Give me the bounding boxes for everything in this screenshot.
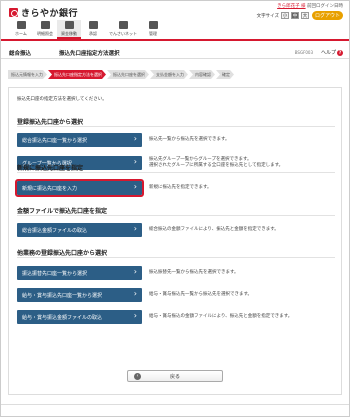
back-button[interactable]: ‹ 戻る <box>127 370 223 382</box>
home-icon <box>16 21 26 29</box>
step-2-current: 振込先口座指定方法を選択 <box>48 70 106 79</box>
desc-amount-file: 総合振込の金額ファイルにより、振込先と金額を指定できます。 <box>149 227 279 232</box>
screen-code: BSGF003 <box>294 50 313 55</box>
footer-divider <box>1 404 349 405</box>
back-arrow-icon: ‹ <box>134 373 141 380</box>
nav-home[interactable]: ホーム <box>9 20 33 38</box>
font-size-label: 文字サイズ <box>256 13 279 19</box>
section-divider <box>17 257 335 258</box>
desc-group-list: 振込先グループ一覧からグループを選択できます。 選択されたグループに所属する全口座… <box>149 157 284 168</box>
approval-icon <box>88 21 98 29</box>
section-heading-new: 新規に振込先口座を指定 <box>17 165 84 172</box>
desc-salary-file: 給与・賞与振込の金額ファイルにより、振込先と金額を指定できます。 <box>149 314 293 319</box>
global-nav: ホーム 明細照会 資金移動 承認 でんさいネット 管理 <box>9 20 165 39</box>
select-from-salary-list-button[interactable]: 給与・賞与振込先口座一覧から選択 <box>17 288 142 302</box>
main-panel: 振込先口座の指定方法を選択してください。 登録振込先口座から選択 総合振込先口座… <box>8 87 342 395</box>
nav-admin[interactable]: 管理 <box>141 20 165 38</box>
import-salary-file-button[interactable]: 給与・賞与振込金額ファイルの取込 <box>17 310 142 324</box>
transfer-icon <box>64 21 74 29</box>
nav-approval[interactable]: 承認 <box>81 20 105 38</box>
help-icon: ? <box>337 50 343 56</box>
progress-steps: 振込元情報を入力 振込先口座指定方法を選択 振込先口座を選択 支払金額を入力 内… <box>8 70 235 79</box>
enter-new-payee-button[interactable]: 新規に振込先口座を入力 <box>15 179 144 197</box>
desc-transfer-list: 振込振替先一覧から振込先を選択できます。 <box>149 270 239 275</box>
admin-icon <box>148 21 158 29</box>
font-size-control: 文字サイズ 小 中 大 <box>257 12 309 19</box>
import-amount-file-button[interactable]: 総合振込金額ファイルの取込 <box>17 223 142 237</box>
section-heading-registered: 登録振込先口座から選択 <box>17 119 84 126</box>
nav-transfer[interactable]: 資金移動 <box>57 20 81 39</box>
step-3: 振込先口座を選択 <box>107 70 149 79</box>
step-4: 支払金額を入力 <box>150 70 188 79</box>
header: きらやか銀行 きら郎花子 様 前回ログイン日時 文字サイズ 小 中 大 ログアウ… <box>1 1 349 39</box>
last-login: 前回ログイン日時 <box>307 4 343 9</box>
page-title-bar: 総合振込 振込先口座指定方法選択 BSGF003 ヘルプ? <box>1 45 349 59</box>
step-5: 内容確認 <box>189 70 215 79</box>
section-divider <box>17 126 335 127</box>
font-size-medium[interactable]: 中 <box>291 12 299 19</box>
help-link[interactable]: ヘルプ? <box>321 49 343 56</box>
user-info: きら郎花子 様 前回ログイン日時 <box>277 4 343 10</box>
font-size-small[interactable]: 小 <box>281 12 289 19</box>
desc-salary-list: 給与・賞与振込先一覧から振込先を選択できます。 <box>149 292 253 297</box>
statement-icon <box>40 21 50 29</box>
section-divider <box>17 172 335 173</box>
desc-new-payee: 新規に振込先を指定できます。 <box>149 185 212 190</box>
step-1: 振込元情報を入力 <box>8 70 47 79</box>
nav-statement[interactable]: 明細照会 <box>33 20 57 38</box>
select-from-payee-list-button[interactable]: 総合振込先口座一覧から選択 <box>17 133 142 147</box>
section-heading-file: 金額ファイルで振込先口座を指定 <box>17 208 108 215</box>
page-category: 総合振込 <box>9 51 32 57</box>
logout-button[interactable]: ログアウト <box>312 11 343 20</box>
desc-payee-list: 振込先一覧から振込先を選択できます。 <box>149 137 230 142</box>
section-heading-other: 他業務の登録振込先口座から選択 <box>17 250 108 257</box>
densai-icon <box>118 21 128 29</box>
bank-logo-icon <box>9 8 18 17</box>
intro-text: 振込先口座の指定方法を選択してください。 <box>17 97 107 102</box>
page-title: 振込先口座指定方法選択 <box>59 51 120 57</box>
header-divider <box>1 39 349 41</box>
user-name[interactable]: きら郎花子 様 <box>277 4 305 9</box>
font-size-large[interactable]: 大 <box>301 12 309 19</box>
section-divider <box>17 215 335 216</box>
select-from-transfer-list-button[interactable]: 振込振替先口座一覧から選択 <box>17 266 142 280</box>
bank-name: きらやか銀行 <box>21 9 79 19</box>
nav-densai[interactable]: でんさいネット <box>105 20 141 38</box>
bank-logo[interactable]: きらやか銀行 <box>9 6 78 19</box>
step-6: 確定 <box>216 70 234 79</box>
